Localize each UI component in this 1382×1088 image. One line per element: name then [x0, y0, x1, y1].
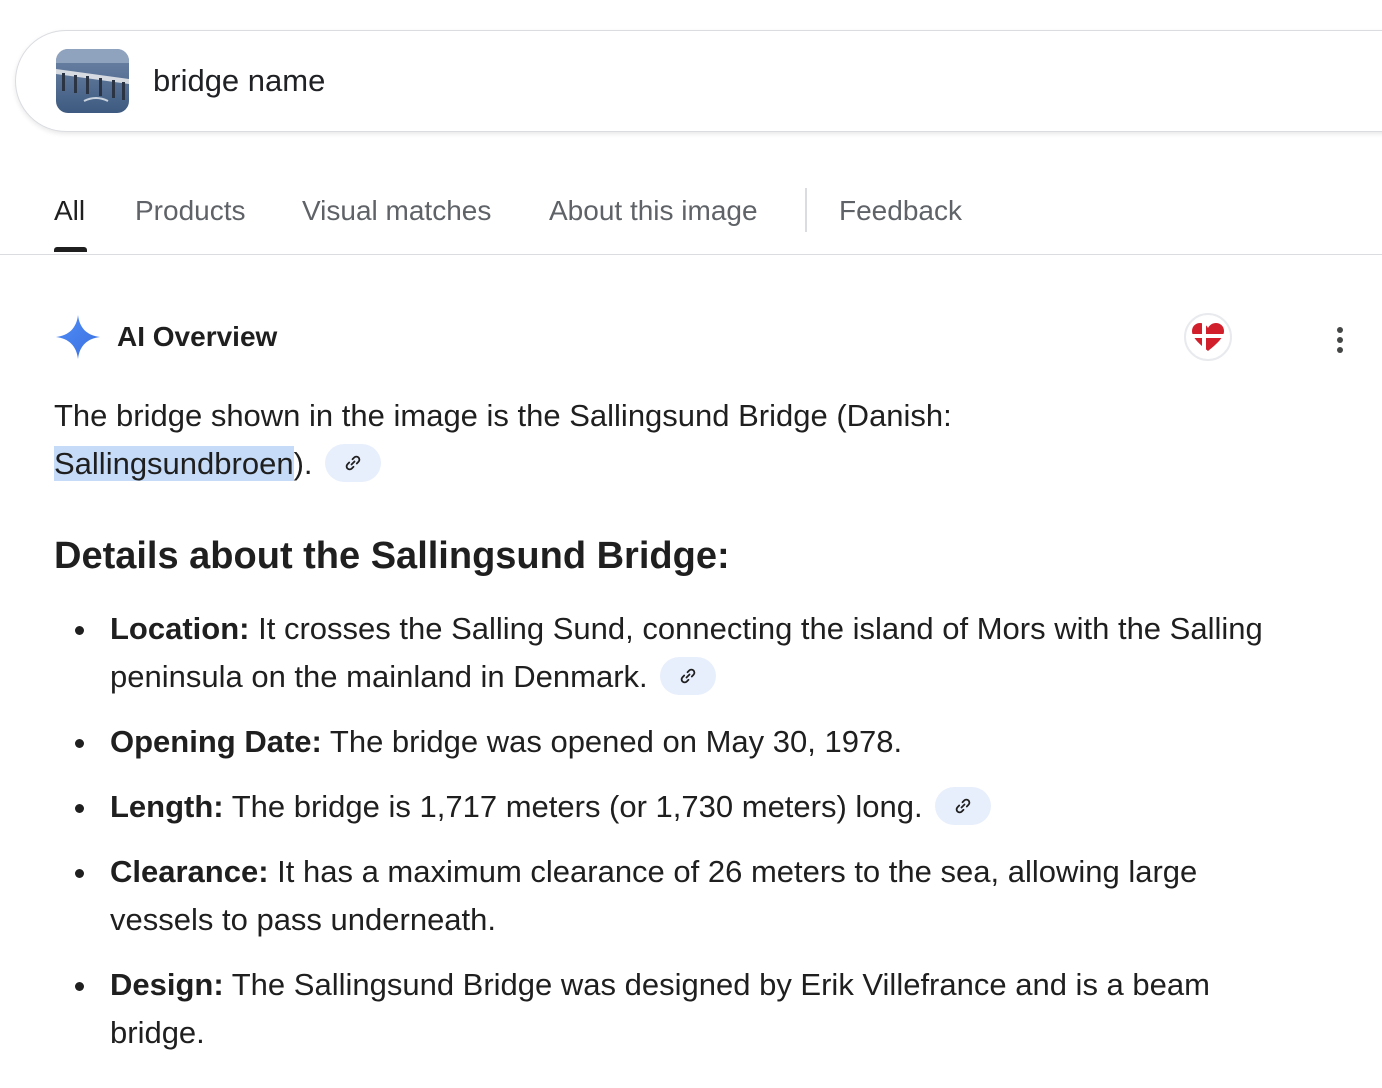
tab-feedback[interactable]: Feedback	[839, 194, 962, 228]
list-item-location: Location: It crosses the Salling Sund, c…	[0, 605, 1290, 701]
bullet-text: The bridge is 1,717 meters (or 1,730 met…	[223, 789, 923, 824]
intro-text: The bridge shown in the image is the Sal…	[54, 398, 952, 433]
highlighted-term: Sallingsundbroen	[54, 446, 294, 481]
bullet-label: Length:	[110, 789, 224, 824]
search-tabs: All Products Visual matches About this i…	[0, 180, 1382, 255]
details-list: Location: It crosses the Salling Sund, c…	[0, 605, 1382, 1074]
tab-divider	[805, 188, 807, 232]
bridge-image-thumbnail[interactable]	[56, 49, 129, 113]
bullet-text: The Sallingsund Bridge was designed by E…	[110, 967, 1210, 1050]
ai-overview-header: AI Overview	[55, 313, 277, 361]
bullet-label: Location:	[110, 611, 250, 646]
bullet-label: Design:	[110, 967, 224, 1002]
ai-overview-intro: The bridge shown in the image is the Sal…	[54, 392, 1054, 488]
citation-link-button[interactable]	[935, 786, 992, 825]
link-icon	[345, 455, 361, 471]
link-icon	[955, 798, 971, 814]
tab-about-this-image[interactable]: About this image	[549, 194, 758, 228]
active-tab-indicator	[54, 247, 87, 252]
bullet-label: Opening Date:	[110, 724, 322, 759]
tab-visual-matches[interactable]: Visual matches	[302, 194, 491, 228]
search-bar[interactable]: bridge name	[15, 30, 1382, 132]
ai-overview-title: AI Overview	[117, 321, 278, 352]
bullet-text: The bridge was opened on May 30, 1978.	[321, 724, 903, 759]
bullet-text: It has a maximum clearance of 26 meters …	[110, 854, 1198, 937]
list-item-clearance: Clearance: It has a maximum clearance of…	[0, 848, 1290, 944]
tab-all[interactable]: All	[54, 194, 85, 228]
details-heading: Details about the Sallingsund Bridge:	[54, 535, 730, 577]
citation-link-button[interactable]	[660, 656, 717, 695]
list-item-opening-date: Opening Date: The bridge was opened on M…	[0, 718, 1290, 766]
list-item-length: Length: The bridge is 1,717 meters (or 1…	[0, 783, 1290, 831]
citation-link-button[interactable]	[325, 443, 382, 482]
search-query[interactable]: bridge name	[153, 63, 325, 99]
tab-products[interactable]: Products	[135, 194, 246, 228]
sparkle-icon	[55, 314, 101, 360]
bullet-label: Clearance:	[110, 854, 269, 889]
list-item-design: Design: The Sallingsund Bridge was desig…	[0, 961, 1290, 1057]
intro-text-end: ).	[293, 446, 313, 481]
danish-flag-heart-icon[interactable]	[1184, 313, 1232, 361]
link-icon	[681, 668, 696, 684]
more-vert-icon[interactable]	[1322, 318, 1358, 358]
